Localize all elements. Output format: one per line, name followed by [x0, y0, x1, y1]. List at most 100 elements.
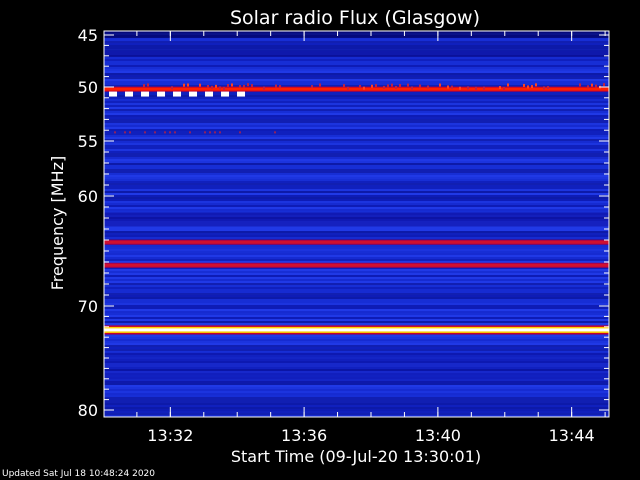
emission-speckle	[169, 131, 171, 134]
updated-timestamp: Updated Sat Jul 18 10:48:24 2020	[2, 469, 156, 479]
spectrogram-row	[104, 323, 609, 325]
emission-speckle	[527, 85, 529, 89]
emission-speckle	[215, 84, 217, 88]
spectrogram-row	[104, 139, 609, 141]
emission-speckle	[183, 83, 185, 87]
plot-area	[104, 31, 609, 417]
emission-speckle	[587, 85, 589, 89]
spectrogram-row	[104, 295, 609, 297]
spectrogram-row	[104, 233, 609, 235]
emission-speckle	[387, 84, 389, 88]
spectrogram-row	[104, 81, 609, 83]
emission-speckle	[579, 83, 581, 87]
spectrogram-row	[104, 203, 609, 205]
spectrogram-row	[104, 185, 609, 187]
emission-band	[104, 263, 609, 267]
emission-speckle	[189, 131, 191, 134]
spectrogram-row	[104, 71, 609, 73]
spectrogram-row	[104, 57, 609, 59]
chart-title: Solar radio Flux (Glasgow)	[230, 7, 480, 29]
spectrogram-row	[104, 135, 609, 137]
emission-speckle	[187, 83, 189, 87]
spectrogram-row	[104, 293, 609, 295]
y-tick-label: 70	[78, 297, 98, 316]
y-tick-label: 50	[78, 78, 98, 97]
spectrogram-row	[104, 251, 609, 253]
spectrogram-row	[104, 99, 609, 101]
spectrogram-row	[104, 137, 609, 139]
emission-speckle	[144, 131, 146, 134]
emission-speckle	[371, 84, 373, 88]
spectrogram-row	[104, 259, 609, 261]
x-axis-label: Start Time (09-Jul-20 13:30:01)	[231, 447, 481, 466]
spectrogram-row	[104, 283, 609, 285]
spectrogram-row	[104, 169, 609, 171]
spectrogram-row	[104, 115, 609, 117]
spectrogram-row	[104, 61, 609, 63]
spectrogram-row	[104, 141, 609, 143]
spectrogram-row	[104, 209, 609, 211]
spectrogram-row	[104, 107, 609, 109]
spectrogram-row	[104, 307, 609, 309]
spectrogram-row	[104, 287, 609, 289]
emission-speckle	[207, 84, 209, 88]
emission-band	[104, 87, 609, 91]
spectrogram-row	[104, 65, 609, 67]
spectrogram-row	[104, 47, 609, 49]
spectrogram-row	[104, 269, 609, 271]
spectrogram-row	[104, 69, 609, 71]
spectrogram-row	[104, 45, 609, 47]
spectrogram-row	[104, 399, 609, 401]
emission-speckle	[251, 84, 253, 88]
spectrogram-row	[104, 285, 609, 287]
y-tick-label: 60	[78, 187, 98, 206]
spectrogram-row	[104, 257, 609, 259]
spectrogram-row	[104, 395, 609, 397]
spectrogram-chart: Solar radio Flux (Glasgow) 45 50 55 60 70 80 1…	[48, 7, 610, 466]
spectrogram-row	[104, 143, 609, 145]
spectrogram-row	[104, 319, 609, 321]
emission-speckle	[427, 85, 429, 89]
spectrogram-row	[104, 341, 609, 343]
spectrogram-row	[104, 411, 609, 413]
emission-speckle	[231, 83, 233, 87]
spectrogram-row	[104, 147, 609, 149]
emission-speckle	[129, 131, 131, 134]
spectrogram-row	[104, 289, 609, 291]
spectrogram-row	[104, 321, 609, 323]
spectrogram-row	[104, 391, 609, 393]
emission-speckle	[174, 131, 176, 134]
emission-speckle	[383, 85, 385, 89]
spectrogram-row	[104, 153, 609, 155]
emission-speckle	[547, 85, 549, 89]
spectrogram-row	[104, 201, 609, 203]
emission-speckle	[247, 83, 249, 87]
spectrogram-row	[104, 113, 609, 115]
spectrogram-row	[104, 281, 609, 283]
spectrogram-row	[104, 145, 609, 147]
y-tick-label: 55	[78, 132, 98, 151]
spectrogram-row	[104, 125, 609, 127]
emission-speckle	[375, 84, 377, 88]
emission-speckle	[239, 85, 241, 89]
emission-speckle	[467, 86, 469, 90]
spectrogram-row	[104, 63, 609, 65]
spectrogram-row	[104, 75, 609, 77]
spectrogram-row	[104, 73, 609, 75]
spectrogram-row	[104, 77, 609, 79]
spectrogram-row	[104, 275, 609, 277]
spectrogram-row	[104, 351, 609, 353]
spectrogram-row	[104, 121, 609, 123]
spectrogram-row	[104, 313, 609, 315]
emission-speckle	[227, 84, 229, 88]
spectrogram-row	[104, 171, 609, 173]
spectrogram-row	[104, 205, 609, 207]
emission-speckle	[274, 131, 276, 134]
spectrogram-row	[104, 237, 609, 239]
spectrogram-row	[104, 301, 609, 303]
emission-speckle	[591, 83, 593, 87]
spectrogram-row	[104, 207, 609, 209]
emission-speckle	[219, 86, 221, 90]
spectrogram-row	[104, 181, 609, 183]
marker-dash	[109, 91, 118, 97]
